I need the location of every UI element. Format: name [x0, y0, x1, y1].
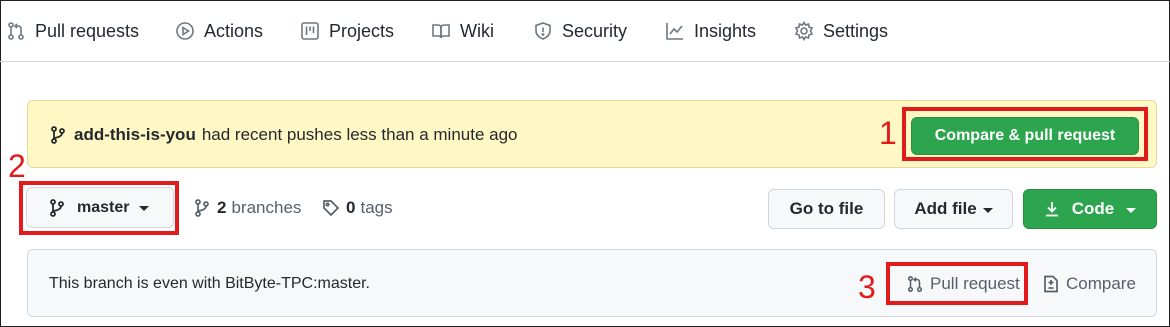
branches-label: branches [231, 197, 302, 217]
branches-count: 2 [217, 197, 227, 217]
tab-label: Wiki [460, 20, 494, 41]
tab-actions[interactable]: Actions [175, 0, 263, 62]
annotation-number-3: 3 [858, 269, 876, 305]
recent-push-message: add-this-is-you had recent pushes less t… [50, 101, 518, 169]
code-button[interactable]: Code [1023, 189, 1157, 229]
gear-icon [794, 21, 814, 41]
tab-label: Actions [204, 20, 264, 41]
tab-projects[interactable]: Projects [300, 0, 394, 62]
branches-link[interactable]: 2 branches [193, 187, 301, 228]
download-icon [1045, 202, 1058, 217]
compare-label: Compare [1066, 274, 1136, 293]
caret-down-icon [1126, 207, 1137, 213]
annotation-number-1: 1 [879, 115, 897, 151]
annotation-number-2: 2 [8, 148, 26, 184]
book-icon [432, 24, 450, 39]
tab-label: Security [562, 20, 628, 41]
diff-icon [1044, 275, 1058, 293]
tab-settings[interactable]: Settings [794, 0, 888, 62]
caret-down-icon [982, 207, 993, 213]
git-branch-icon [195, 198, 209, 217]
annotation-box-3 [886, 262, 1028, 305]
git-branch-icon [51, 126, 65, 144]
repo-nav: Pull requests Actions Projects Wiki Secu… [0, 0, 1170, 62]
tab-security[interactable]: Security [533, 0, 627, 62]
tags-link[interactable]: 0 tags [322, 187, 393, 228]
tab-label: Settings [823, 20, 889, 41]
graph-icon [666, 23, 683, 40]
annotation-box-2 [19, 181, 179, 235]
recent-push-text: had recent pushes less than a minute ago [201, 125, 518, 144]
compare-link[interactable]: Compare [1042, 250, 1136, 318]
tab-pull-requests[interactable]: Pull requests [6, 0, 139, 62]
tags-label: tags [360, 197, 393, 217]
add-file-button[interactable]: Add file [894, 189, 1013, 229]
tab-label: Pull requests [35, 20, 140, 41]
recent-branch-link[interactable]: add-this-is-you [74, 125, 196, 145]
tags-count: 0 [346, 197, 356, 217]
annotation-box-1 [902, 107, 1148, 161]
play-icon [176, 22, 194, 40]
add-file-label: Add file [914, 199, 977, 218]
code-label: Code [1071, 199, 1115, 218]
go-to-file-button[interactable]: Go to file [768, 189, 885, 229]
tab-wiki[interactable]: Wiki [431, 0, 494, 62]
branch-status-message: This branch is even with BitByte-TPC:mas… [49, 275, 370, 292]
shield-icon [535, 22, 551, 40]
tab-insights[interactable]: Insights [665, 0, 756, 62]
tag-icon [323, 199, 340, 216]
project-icon [301, 22, 319, 40]
tab-label: Projects [329, 20, 395, 41]
git-pull-request-icon [8, 22, 24, 40]
tab-label: Insights [694, 20, 757, 41]
